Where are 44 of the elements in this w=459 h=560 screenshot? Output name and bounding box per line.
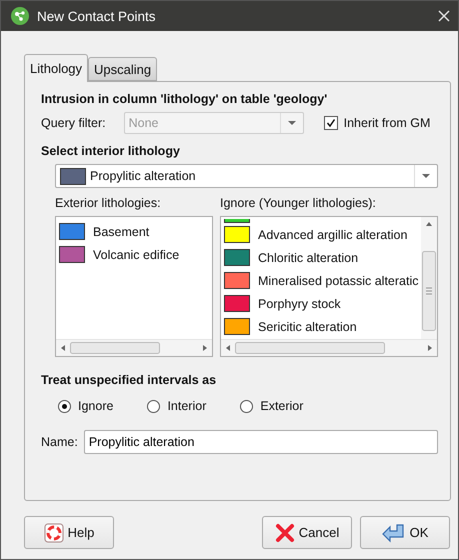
lifebuoy-icon xyxy=(44,522,64,542)
section-heading: Intrusion in column 'lithology' on table 'geology' xyxy=(41,92,328,106)
cross-icon xyxy=(274,522,295,542)
field-label: Query filter: xyxy=(41,116,106,130)
caret-icon[interactable] xyxy=(422,174,430,178)
section-heading: Treat unspecified intervals as xyxy=(41,373,218,387)
radio-button[interactable] xyxy=(147,400,160,412)
list-item[interactable]: Sericitic alteration xyxy=(224,315,418,338)
radio-button[interactable] xyxy=(240,400,254,412)
ok-button[interactable]: OK xyxy=(360,516,450,549)
checkbox-label: Inherit from GM xyxy=(344,116,430,130)
cancel-button[interactable]: Cancel xyxy=(262,516,352,549)
list-item[interactable]: Advanced argillic alteration xyxy=(224,223,418,246)
radio-option[interactable]: Exterior xyxy=(240,399,304,413)
inherit-checkbox[interactable] xyxy=(324,116,338,130)
app-logo-icon xyxy=(11,7,29,25)
tab[interactable]: Upscaling xyxy=(88,57,158,81)
list-item[interactable]: Basement xyxy=(59,220,209,243)
close-icon[interactable] xyxy=(438,10,450,22)
list-item[interactable]: Chloritic alteration xyxy=(224,246,418,269)
scrollbar-thumb[interactable] xyxy=(422,251,436,331)
field-label: Name: xyxy=(41,435,78,449)
tab[interactable]: Lithology xyxy=(24,54,88,82)
list-item[interactable]: Volcanic edifice xyxy=(59,243,209,266)
list-label: Ignore (Younger lithologies): xyxy=(220,196,377,210)
scrollbar-thumb[interactable] xyxy=(70,342,160,354)
enter-arrow-icon xyxy=(382,522,406,542)
list-item[interactable]: Mineralised potassic alteratic xyxy=(224,269,418,292)
section-heading: Select interior lithology xyxy=(41,144,181,158)
help-button[interactable]: Help xyxy=(24,516,114,549)
radio-option[interactable]: Interior xyxy=(147,399,206,413)
scroll-up-icon[interactable] xyxy=(426,222,432,226)
window-title: New Contact Points xyxy=(37,8,157,24)
name-input[interactable]: Propylitic alteration xyxy=(84,430,438,454)
radio-option[interactable]: Ignore xyxy=(58,399,114,413)
list-label: Exterior lithologies: xyxy=(55,196,162,210)
scrollbar-thumb[interactable] xyxy=(235,342,385,354)
interior-lithology-dropdown[interactable]: Propylitic alteration xyxy=(55,164,438,188)
scroll-left-icon[interactable] xyxy=(226,345,230,351)
list-item[interactable]: Porphyry stock xyxy=(224,292,418,315)
scroll-right-icon[interactable] xyxy=(428,345,432,351)
scroll-left-icon[interactable] xyxy=(61,345,65,351)
radio-button[interactable] xyxy=(58,400,71,412)
scroll-right-icon[interactable] xyxy=(203,345,207,351)
